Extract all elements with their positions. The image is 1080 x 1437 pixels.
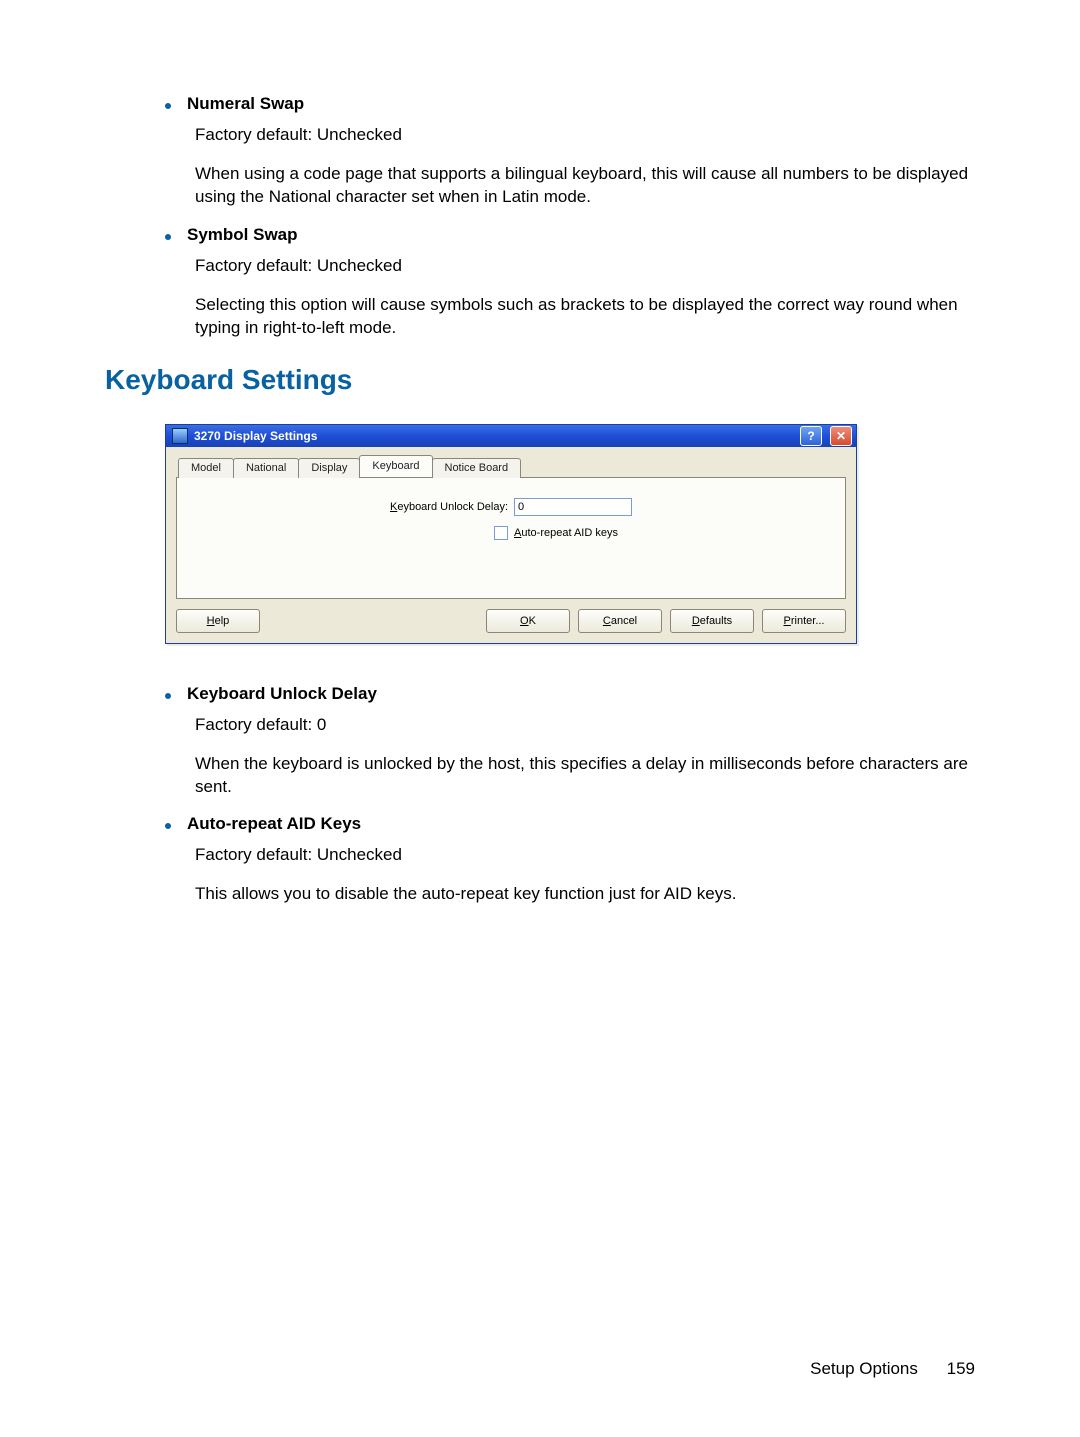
- unlock-delay-input[interactable]: [514, 498, 632, 516]
- auto-repeat-label: Auto-repeat AID keys: [514, 527, 618, 539]
- dialog-button-row: Help OK Cancel Defaults Printer...: [176, 609, 846, 633]
- bullet-icon: [165, 234, 171, 240]
- tab-model[interactable]: Model: [178, 458, 234, 478]
- titlebar-close-button[interactable]: ✕: [830, 426, 852, 446]
- tab-notice-board[interactable]: Notice Board: [432, 458, 522, 478]
- item-description: When using a code page that supports a b…: [195, 163, 975, 209]
- dialog-3270-display-settings: 3270 Display Settings ? ✕ Model National…: [165, 424, 857, 644]
- tab-national[interactable]: National: [233, 458, 299, 478]
- item-description: This allows you to disable the auto-repe…: [195, 883, 975, 906]
- pre-section-list: Numeral Swap Factory default: Unchecked …: [165, 94, 975, 340]
- item-title: Auto-repeat AID Keys: [187, 814, 361, 834]
- tab-keyboard[interactable]: Keyboard: [359, 455, 432, 477]
- help-button[interactable]: Help: [176, 609, 260, 633]
- item-description: When the keyboard is unlocked by the hos…: [195, 753, 975, 799]
- list-item: Symbol Swap: [165, 225, 975, 245]
- post-section-list: Keyboard Unlock Delay Factory default: 0…: [165, 684, 975, 907]
- auto-repeat-checkbox[interactable]: [494, 526, 508, 540]
- item-title: Numeral Swap: [187, 94, 304, 114]
- tab-display[interactable]: Display: [298, 458, 360, 478]
- dialog-tabs: Model National Display Keyboard Notice B…: [178, 455, 846, 477]
- bullet-icon: [165, 823, 171, 829]
- bullet-icon: [165, 693, 171, 699]
- section-heading: Keyboard Settings: [105, 364, 975, 396]
- item-default: Factory default: Unchecked: [195, 255, 975, 278]
- printer-button[interactable]: Printer...: [762, 609, 846, 633]
- defaults-button[interactable]: Defaults: [670, 609, 754, 633]
- list-item: Auto-repeat AID Keys: [165, 814, 975, 834]
- tab-panel-keyboard: Keyboard Unlock Delay: Auto-repeat AID k…: [176, 477, 846, 599]
- cancel-button[interactable]: Cancel: [578, 609, 662, 633]
- item-title: Symbol Swap: [187, 225, 298, 245]
- footer-section: Setup Options: [810, 1359, 918, 1378]
- titlebar-help-button[interactable]: ?: [800, 426, 822, 446]
- dialog-title: 3270 Display Settings: [194, 429, 317, 443]
- bullet-icon: [165, 103, 171, 109]
- item-description: Selecting this option will cause symbols…: [195, 294, 975, 340]
- item-default: Factory default: Unchecked: [195, 124, 975, 147]
- footer-page-number: 159: [947, 1359, 975, 1378]
- page-footer: Setup Options 159: [810, 1359, 975, 1379]
- list-item: Numeral Swap: [165, 94, 975, 114]
- dialog-titlebar[interactable]: 3270 Display Settings ? ✕: [166, 425, 856, 447]
- unlock-delay-label: Keyboard Unlock Delay:: [390, 501, 508, 513]
- item-title: Keyboard Unlock Delay: [187, 684, 377, 704]
- item-default: Factory default: 0: [195, 714, 975, 737]
- ok-button[interactable]: OK: [486, 609, 570, 633]
- list-item: Keyboard Unlock Delay: [165, 684, 975, 704]
- item-default: Factory default: Unchecked: [195, 844, 975, 867]
- app-icon: [172, 428, 188, 444]
